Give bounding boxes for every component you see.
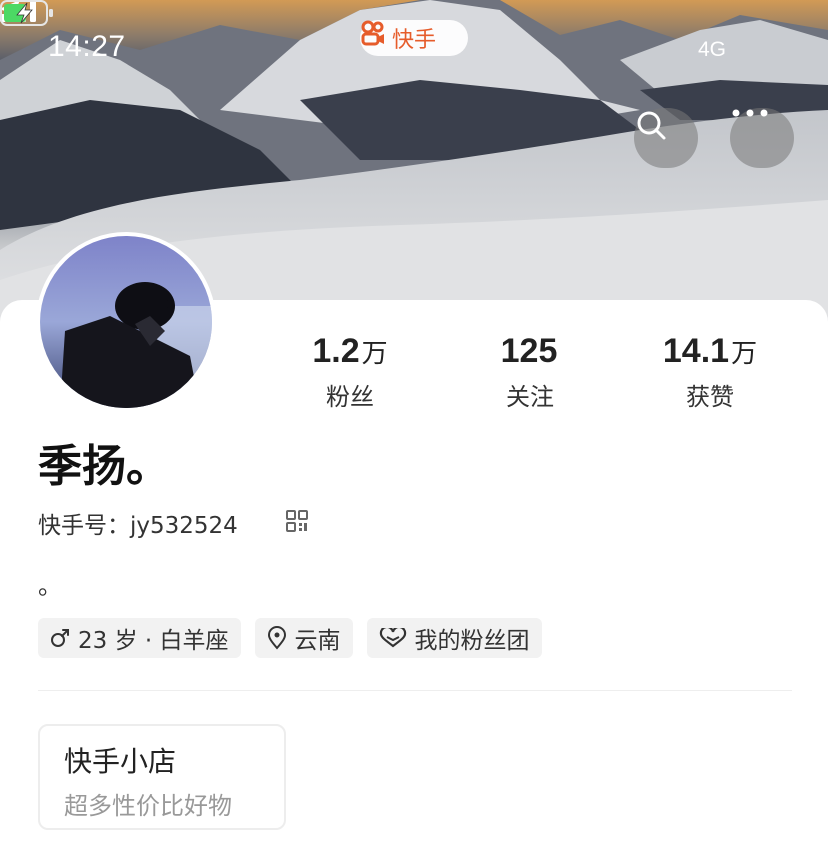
stat-followers[interactable]: 1.2万 粉丝 xyxy=(260,332,440,412)
tag-location: 云南 xyxy=(254,618,353,658)
search-icon xyxy=(637,111,666,140)
tag-age: 23 岁 · 白羊座 xyxy=(38,618,241,658)
profile-name: 季扬。 xyxy=(38,441,170,492)
shop-title: 快手小店 xyxy=(64,745,177,778)
kuaishou-logo-icon xyxy=(361,20,384,46)
kuaishou-shop-card[interactable]: 快手小店 超多性价比好物 xyxy=(38,724,286,830)
tag-location-label: 云南 xyxy=(294,628,341,654)
profile-bio: 。 xyxy=(38,572,62,600)
more-button[interactable] xyxy=(730,108,794,168)
kwai-id: 快手号：jy532524 xyxy=(38,513,238,539)
stat-label: 粉丝 xyxy=(326,383,374,411)
stat-value: 14.1 xyxy=(662,332,730,370)
network-type: 4G xyxy=(698,38,727,61)
qr-code-icon[interactable] xyxy=(286,510,308,532)
stat-unit: 万 xyxy=(731,339,758,369)
tag-age-label: 23 岁 · 白羊座 xyxy=(78,628,229,654)
fan-club-heart-icon xyxy=(379,628,406,648)
avatar-image xyxy=(40,236,212,408)
stat-label: 关注 xyxy=(506,383,554,411)
status-time: 14:27 xyxy=(48,30,126,63)
section-divider xyxy=(38,690,792,691)
stat-value: 1.2 xyxy=(312,332,360,370)
profile-stats: 1.2万 粉丝 125 关注 14.1万 获赞 xyxy=(260,332,800,412)
avatar[interactable] xyxy=(36,232,216,412)
male-icon xyxy=(51,629,69,647)
stat-likes[interactable]: 14.1万 获赞 xyxy=(620,332,800,412)
more-icon xyxy=(732,109,768,117)
shop-subtitle: 超多性价比好物 xyxy=(64,792,232,820)
battery-charging-icon xyxy=(0,0,53,26)
tag-fan-club[interactable]: 我的粉丝团 xyxy=(366,618,542,658)
stat-following[interactable]: 125 关注 xyxy=(440,332,620,412)
stat-value: 125 xyxy=(500,332,558,370)
stat-label: 获赞 xyxy=(686,383,734,411)
location-pin-icon xyxy=(267,626,286,650)
profile-tags: 23 岁 · 白羊座 云南 我的粉丝团 xyxy=(38,618,542,658)
app-badge-label: 快手 xyxy=(391,28,436,53)
stat-unit: 万 xyxy=(361,339,388,369)
tag-fan-club-label: 我的粉丝团 xyxy=(414,628,530,654)
app-badge[interactable]: 快手 xyxy=(360,20,468,56)
search-button[interactable] xyxy=(634,108,698,168)
